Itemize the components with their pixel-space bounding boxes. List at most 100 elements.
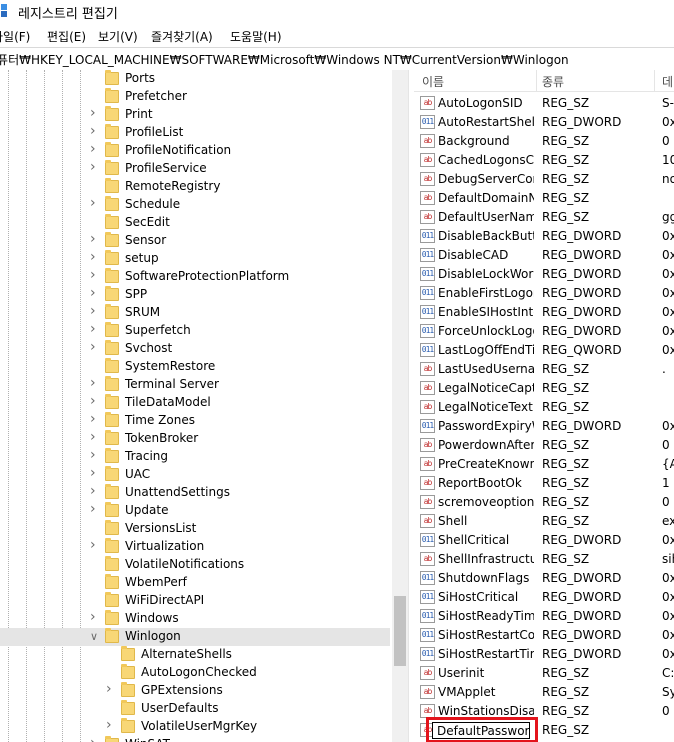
column-header-name[interactable]: 이름 [422, 73, 444, 90]
value-row[interactable]: abPowerdownAfterShutdown REG_SZ 0 [414, 436, 674, 455]
chevron-right-icon[interactable]: › [106, 717, 112, 733]
chevron-right-icon[interactable]: › [90, 267, 96, 283]
tree-item[interactable]: › setup [0, 249, 390, 268]
tree-item[interactable]: › UAC [0, 465, 390, 484]
tree-item[interactable]: › SoftwareProtectionPlatform [0, 267, 390, 286]
tree-item[interactable]: AutoLogonChecked [0, 664, 390, 682]
value-row[interactable]: 011DisableBackButton REG_DWORD 0x [414, 227, 674, 246]
tree-item[interactable]: RemoteRegistry [0, 178, 390, 196]
chevron-right-icon[interactable]: › [90, 249, 96, 265]
value-row[interactable]: 011 SiHostCritical REG_DWORD 0x [414, 588, 674, 607]
chevron-right-icon[interactable]: › [90, 429, 96, 445]
tree-item[interactable]: WbemPerf [0, 574, 390, 592]
tree-item[interactable]: › SRUM [0, 303, 390, 322]
chevron-right-icon[interactable]: › [90, 285, 96, 301]
chevron-right-icon[interactable]: › [90, 735, 96, 742]
address-path[interactable]: 컴퓨터₩HKEY_LOCAL_MACHINE₩SOFTWARE₩Microsof… [0, 51, 569, 68]
tree-item[interactable]: › Terminal Server [0, 375, 390, 394]
chevron-right-icon[interactable]: › [90, 447, 96, 463]
value-row[interactable]: 011 AutoRestartShell REG_DWORD 0x [414, 113, 674, 132]
chevron-right-icon[interactable]: › [90, 339, 96, 355]
column-divider[interactable] [536, 70, 537, 91]
chevron-right-icon[interactable]: › [90, 159, 96, 175]
chevron-right-icon[interactable]: › [90, 609, 96, 625]
value-row[interactable]: 011LastLogOffEndTimePerfCounter REG_QWORD… [414, 341, 674, 360]
value-row[interactable]: abPreCreateKnownFolders REG_SZ {A [414, 455, 674, 474]
tree-item[interactable]: › Print [0, 105, 390, 124]
value-row[interactable]: 011 ShutdownFlags REG_DWORD 0x [414, 569, 674, 588]
chevron-right-icon[interactable]: › [90, 465, 96, 481]
tree-item[interactable]: AlternateShells [0, 646, 390, 664]
value-row[interactable]: 011EnableFirstLogonAnimation REG_DWORD 0x [414, 284, 674, 303]
tree-item[interactable]: WiFiDirectAPI [0, 592, 390, 610]
key-tree-pane[interactable]: Ports Prefetcher › Print › ProfileList › Profil… [0, 70, 408, 742]
tree-item[interactable]: › Superfetch [0, 321, 390, 340]
tree-item[interactable]: › Virtualization [0, 537, 390, 556]
value-row[interactable]: ab VMApplet REG_SZ Sy [414, 683, 674, 702]
tree-scrollbar[interactable] [392, 70, 408, 742]
menu-edit[interactable]: 편집(E) [47, 28, 86, 45]
value-row[interactable]: abCachedLogonsCount REG_SZ 10 [414, 151, 674, 170]
value-row[interactable]: abLastUsedUsername REG_SZ. [414, 360, 674, 379]
tree-item[interactable]: › UnattendSettings [0, 483, 390, 502]
chevron-right-icon[interactable]: › [90, 195, 96, 211]
tree-item[interactable]: › WinSAT [0, 735, 390, 742]
value-row[interactable]: abDebugServerCommand REG_SZ no [414, 170, 674, 189]
chevron-right-icon[interactable]: › [90, 123, 96, 139]
value-row[interactable]: 011 DisableCAD REG_DWORD 0x [414, 246, 674, 265]
value-row[interactable]: 011SiHostRestartTimeGap REG_DWORD 0x [414, 645, 674, 664]
tree-scroll-thumb[interactable] [394, 596, 406, 666]
column-header-data[interactable]: 데 [662, 73, 673, 90]
chevron-right-icon[interactable]: › [90, 231, 96, 247]
tree-item[interactable]: › VolatileUserMgrKey [0, 717, 390, 736]
value-row[interactable]: ab ReportBootOk REG_SZ 1 [414, 474, 674, 493]
value-row[interactable]: ab Userinit REG_SZ C: [414, 664, 674, 683]
address-bar[interactable]: 컴퓨터₩HKEY_LOCAL_MACHINE₩SOFTWARE₩Microsof… [0, 47, 674, 71]
value-row[interactable]: 011SiHostRestartCountLimit REG_DWORD 0x [414, 626, 674, 645]
tree-item[interactable]: SecEdit [0, 214, 390, 232]
tree-item[interactable]: SystemRestore [0, 358, 390, 376]
value-row[interactable]: ab AutoLogonSID REG_SZ S- [414, 94, 674, 113]
tree-item[interactable]: › ProfileList [0, 123, 390, 142]
chevron-right-icon[interactable]: › [106, 681, 112, 697]
tree-item[interactable]: VersionsList [0, 520, 390, 538]
menu-file[interactable]: 파일(F) [0, 28, 30, 45]
values-list-pane[interactable]: 이름 종류 데 ab AutoLogonSID REG_SZ S- 011 AutoRes… [414, 70, 674, 742]
value-row[interactable]: 011ForceUnlockLogon REG_DWORD 0x [414, 322, 674, 341]
chevron-right-icon[interactable]: › [90, 483, 96, 499]
value-row[interactable]: 011PasswordExpiryWarning REG_DWORD 0x [414, 417, 674, 436]
tree-item[interactable]: › TokenBroker [0, 429, 390, 448]
chevron-right-icon[interactable]: › [90, 105, 96, 121]
menu-favorites[interactable]: 즐겨찾기(A) [151, 28, 213, 45]
tree-item[interactable]: › Update [0, 501, 390, 520]
value-row[interactable]: abBackground REG_SZ 0 0 [414, 132, 674, 151]
chevron-right-icon[interactable]: › [90, 303, 96, 319]
tree-item[interactable]: › Tracing [0, 447, 390, 466]
tree-item[interactable]: › Windows [0, 609, 390, 628]
tree-item[interactable]: › Schedule [0, 195, 390, 214]
tree-item[interactable]: › ProfileNotification [0, 141, 390, 160]
menu-view[interactable]: 보기(V) [98, 28, 138, 45]
value-row[interactable]: abShellInfrastructure REG_SZ sih [414, 550, 674, 569]
tree-item[interactable]: VolatileNotifications [0, 556, 390, 574]
chevron-right-icon[interactable]: › [90, 321, 96, 337]
chevron-right-icon[interactable]: › [90, 537, 96, 553]
tree-item[interactable]: Prefetcher [0, 88, 390, 106]
column-header-type[interactable]: 종류 [542, 73, 564, 90]
value-row[interactable]: 011DisableLockWorkstation REG_DWORD 0x [414, 265, 674, 284]
menu-help[interactable]: 도움말(H) [230, 28, 282, 45]
value-row[interactable]: ab Shell REG_SZ ex [414, 512, 674, 531]
tree-item[interactable]: › GPExtensions [0, 681, 390, 700]
tree-item[interactable]: › Svchost [0, 339, 390, 358]
tree-item[interactable]: UserDefaults [0, 700, 390, 718]
value-row[interactable]: 011SiHostReadyTimeOut REG_DWORD 0x [414, 607, 674, 626]
chevron-right-icon[interactable]: › [90, 501, 96, 517]
value-row[interactable]: 011 ShellCritical REG_DWORD 0x [414, 531, 674, 550]
chevron-down-icon[interactable]: ∨ [90, 630, 98, 643]
value-row[interactable]: ab scremoveoption REG_SZ 0 [414, 493, 674, 512]
tree-item[interactable]: › ProfileService [0, 159, 390, 178]
tree-item[interactable]: Ports [0, 70, 390, 88]
tree-item[interactable]: ∨ Winlogon [0, 628, 390, 646]
chevron-right-icon[interactable]: › [90, 393, 96, 409]
value-row[interactable]: 011EnableSIHostIntegration REG_DWORD 0x [414, 303, 674, 322]
